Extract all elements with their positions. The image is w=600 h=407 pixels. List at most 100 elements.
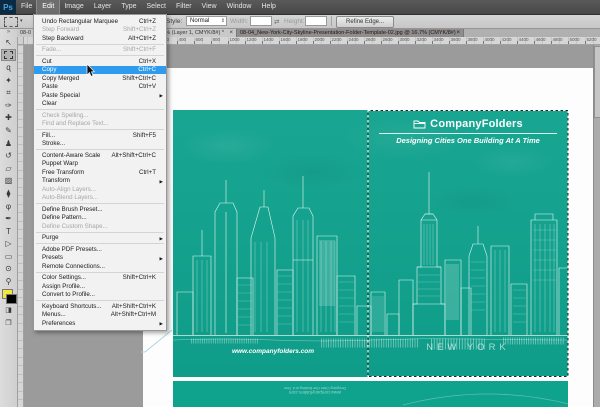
folder-pocket[interactable]: www.companyfolders.com Designing Cities … — [173, 381, 568, 407]
edit-menu-item-free-transform[interactable]: Free Transform Ctrl+T — [34, 168, 166, 177]
edit-menu-item-menus[interactable]: Menus... Alt+Shift+Ctrl+M — [34, 311, 166, 320]
ruler-label: 600 — [195, 37, 204, 42]
edit-menu-item-remote-connections[interactable]: Remote Connections... — [34, 262, 166, 271]
rectangular-marquee-tool-icon[interactable] — [1, 48, 16, 62]
edit-menu-item-keyboard-shortcuts[interactable]: Keyboard Shortcuts... Alt+Shift+Ctrl+K — [34, 302, 166, 311]
tool-preset-dropdown-arrow[interactable]: ▾ — [20, 18, 23, 24]
tab-close-icon[interactable]: × — [456, 30, 460, 36]
edit-menu-item-assign-profile[interactable]: Assign Profile... — [34, 282, 166, 291]
quick-mask-icon[interactable]: ◨ — [1, 304, 16, 317]
edit-menu-item-purge[interactable]: Purge ▶ — [34, 234, 166, 243]
edit-menu-item-presets[interactable]: Presets ▶ — [34, 254, 166, 263]
ruler-label: 2800 — [382, 37, 393, 42]
history-brush-tool-icon[interactable]: ↺ — [1, 149, 16, 162]
menubar-item-select[interactable]: Select — [142, 0, 171, 14]
style-select[interactable]: Normal ⇕ — [186, 16, 227, 26]
move-tool-icon[interactable]: ↖ — [1, 36, 16, 49]
type-tool-icon[interactable]: T — [1, 225, 16, 238]
tool-preset-marquee-icon[interactable] — [4, 17, 18, 27]
width-label: Width: — [230, 18, 249, 25]
lasso-tool-icon[interactable]: ɋ — [1, 61, 16, 74]
gradient-tool-icon[interactable]: ▨ — [1, 175, 16, 188]
ruler-label: 3600 — [450, 37, 461, 42]
menubar-item-type[interactable]: Type — [116, 0, 141, 14]
ruler-tick — [228, 41, 229, 44]
crop-tool-icon[interactable]: ⌗ — [1, 86, 16, 99]
edit-menu-item-clear[interactable]: Clear — [34, 100, 166, 109]
tab-close-icon[interactable]: × — [229, 30, 233, 36]
ruler-label: 1400 — [263, 37, 274, 42]
ruler-tick — [483, 41, 484, 44]
ruler-label: 2400 — [348, 37, 359, 42]
edit-menu-item-copy[interactable]: Copy Ctrl+C — [34, 65, 166, 74]
ruler-tick — [262, 41, 263, 44]
edit-menu-item-cut[interactable]: Cut Ctrl+X — [34, 57, 166, 66]
blur-tool-icon[interactable]: ⧫ — [1, 187, 16, 200]
screen-mode-icon[interactable]: ❐ — [1, 316, 16, 329]
brush-tool-icon[interactable]: ✎ — [1, 124, 16, 137]
panel-collapse-icon[interactable]: » — [0, 28, 17, 36]
hand-tool-icon[interactable]: ⊙ — [1, 263, 16, 276]
edit-menu-item-undo-rectangular-marquee[interactable]: Undo Rectangular Marquee Ctrl+Z — [34, 17, 166, 26]
ruler-label: 2000 — [314, 37, 325, 42]
submenu-arrow-icon: ▶ — [159, 93, 163, 98]
style-stepper-icon[interactable]: ⇕ — [221, 17, 225, 25]
edit-menu-item-define-pattern[interactable]: Define Pattern... — [34, 214, 166, 223]
edit-menu-item-adobe-pdf-presets[interactable]: Adobe PDF Presets... — [34, 245, 166, 254]
healing-brush-tool-icon[interactable]: ✚ — [1, 112, 16, 125]
edit-menu-item-step-backward[interactable]: Step Backward Alt+Ctrl+Z — [34, 34, 166, 43]
edit-menu-item-fill[interactable]: Fill... Shift+F5 — [34, 131, 166, 140]
folder-front-cover[interactable]: CompanyFolders Designing Cities One Buil… — [173, 110, 569, 377]
edit-menu-item-define-brush-preset[interactable]: Define Brush Preset... — [34, 205, 166, 214]
ruler-label: 4000 — [484, 37, 495, 42]
menu-separator — [36, 55, 164, 56]
edit-menu-item-transform[interactable]: Transform ▶ — [34, 177, 166, 186]
quick-selection-tool-icon[interactable]: ✦ — [1, 74, 16, 87]
dodge-tool-icon[interactable]: φ — [1, 200, 16, 213]
link-dimensions-icon[interactable]: ⇄ — [274, 18, 279, 26]
clone-stamp-tool-icon[interactable]: ♟ — [1, 137, 16, 150]
menubar-item-window[interactable]: Window — [222, 0, 257, 14]
ruler-label: 2200 — [331, 37, 342, 42]
style-value: Normal — [190, 18, 210, 24]
vertical-ruler[interactable] — [17, 44, 24, 407]
edit-menu-item-preferences[interactable]: Preferences ▶ — [34, 319, 166, 328]
zoom-tool-icon[interactable]: ⚲ — [1, 275, 16, 288]
menubar-item-help[interactable]: Help — [257, 0, 281, 14]
refine-edge-button[interactable]: Refine Edge... — [336, 16, 394, 28]
menubar-item-edit[interactable]: Edit — [36, 0, 61, 15]
eraser-tool-icon[interactable]: ▱ — [1, 162, 16, 175]
edit-menu-item-puppet-warp[interactable]: Puppet Warp — [34, 160, 166, 169]
pocket-mirrored-text: www.companyfolders.com Designing Cities … — [235, 386, 395, 395]
background-color-swatch[interactable] — [6, 293, 17, 304]
scrollbar-thumb[interactable] — [594, 46, 600, 118]
ruler-tick — [500, 41, 501, 44]
ruler-label: 1000 — [229, 37, 240, 42]
edit-menu-item-check-spelling: Check Spelling... — [42, 111, 89, 119]
color-swatches — [0, 288, 17, 304]
menubar-item-layer[interactable]: Layer — [89, 0, 117, 14]
width-input[interactable] — [250, 16, 272, 26]
menubar-item-image[interactable]: Image — [59, 0, 88, 14]
eyedropper-tool-icon[interactable]: ✑ — [1, 99, 16, 112]
path-selection-tool-icon[interactable]: ▷ — [1, 238, 16, 251]
document-tab-active[interactable]: 08-04_New-York-City-Skyline-Presentation… — [237, 28, 464, 37]
ruler-label: 4400 — [518, 37, 529, 42]
path-guide-lines — [141, 329, 173, 353]
edit-menu-item-copy-merged[interactable]: Copy Merged Shift+Ctrl+C — [34, 74, 166, 83]
edit-menu-item-paste-special[interactable]: Paste Special ▶ — [34, 91, 166, 100]
menubar-item-file[interactable]: File — [16, 0, 37, 14]
pen-tool-icon[interactable]: ✒ — [1, 212, 16, 225]
edit-menu-item-stroke[interactable]: Stroke... — [34, 140, 166, 149]
edit-menu-item-content-aware-scale[interactable]: Content-Aware Scale Alt+Shift+Ctrl+C — [34, 151, 166, 160]
menubar-item-filter[interactable]: Filter — [171, 0, 197, 14]
height-input[interactable] — [305, 16, 327, 26]
edit-menu-item-convert-to-profile[interactable]: Convert to Profile... — [34, 291, 166, 300]
ruler-label: 4200 — [501, 37, 512, 42]
menubar-item-view[interactable]: View — [197, 0, 222, 14]
edit-menu-item-color-settings[interactable]: Color Settings... Shift+Ctrl+K — [34, 274, 166, 283]
shape-tool-icon[interactable]: ▭ — [1, 250, 16, 263]
menu-separator — [36, 231, 164, 233]
menu-separator — [36, 129, 164, 130]
edit-menu-item-paste[interactable]: Paste Ctrl+V — [34, 83, 166, 92]
